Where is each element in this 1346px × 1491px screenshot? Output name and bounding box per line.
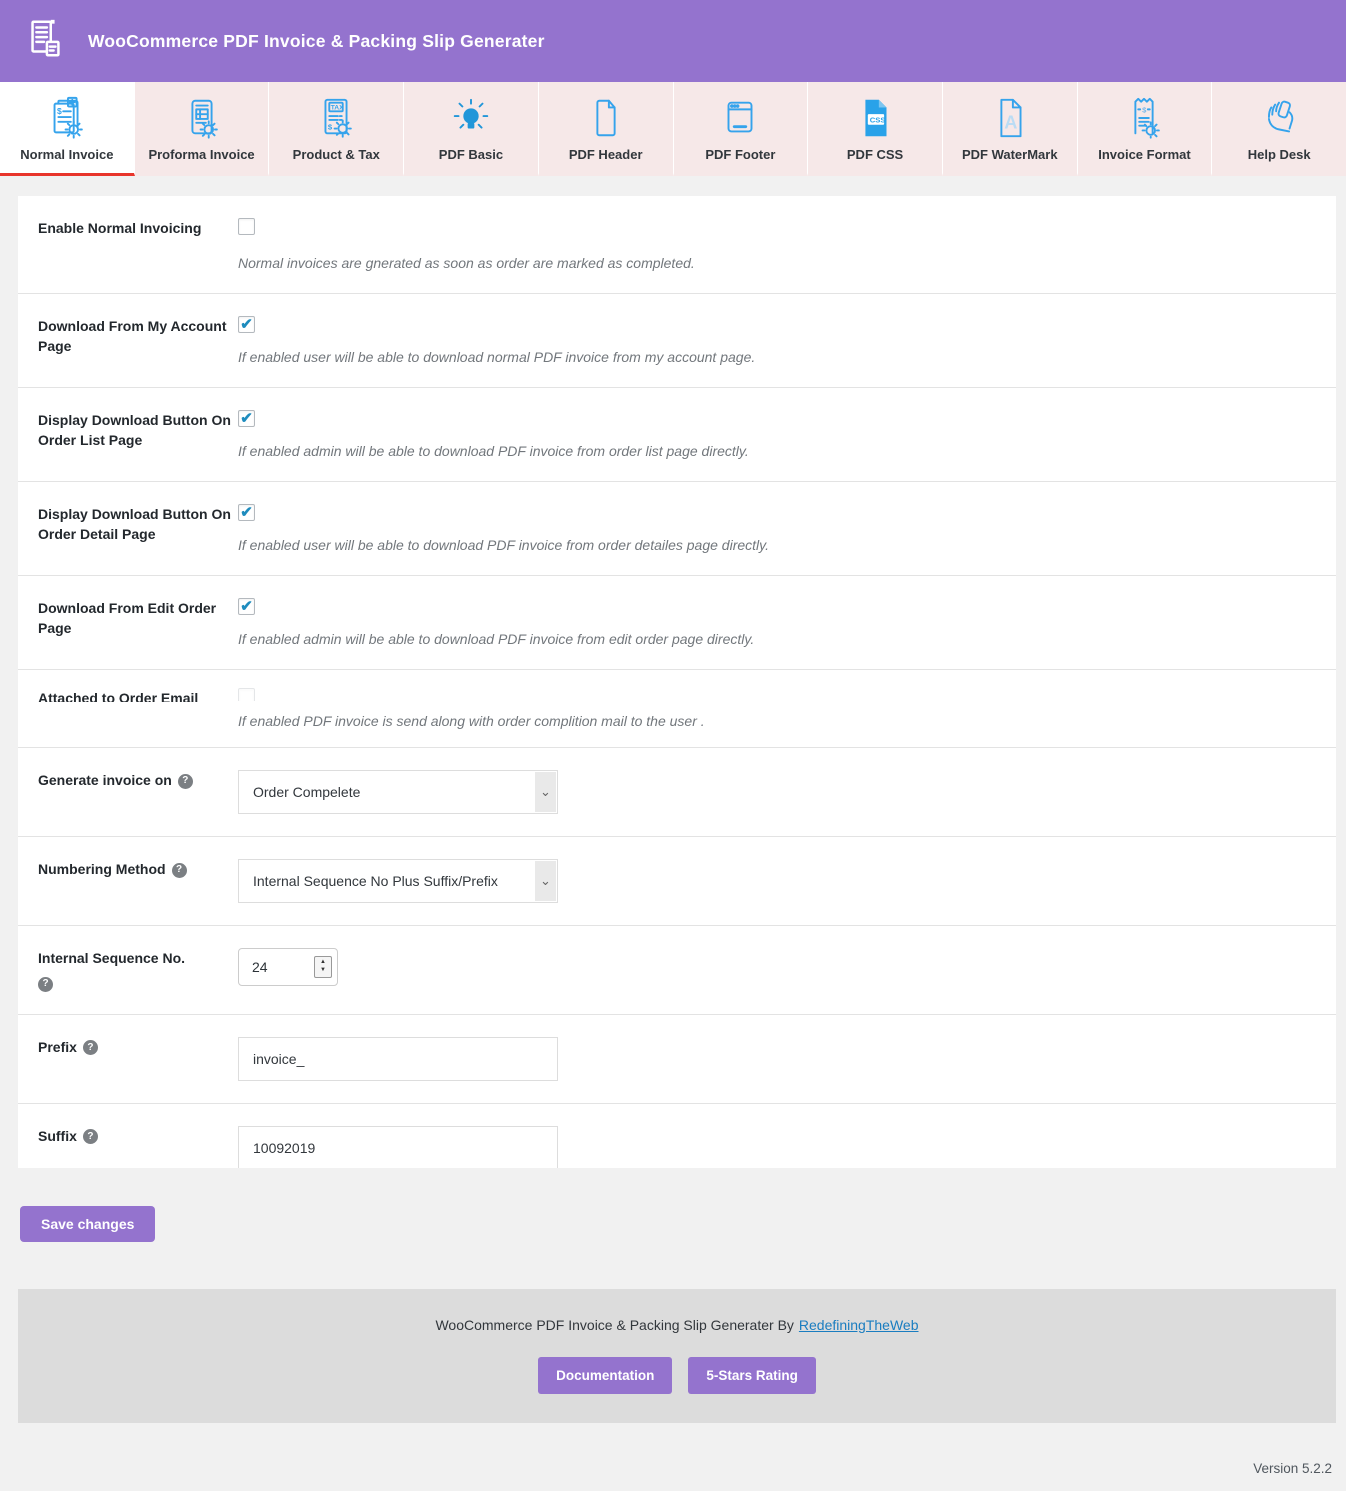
- tab-pdf-css[interactable]: CSS PDF CSS: [808, 82, 943, 176]
- setting-label: Generate invoice on: [38, 772, 172, 788]
- tab-label: Proforma Invoice: [148, 147, 255, 162]
- plugin-header: WooCommerce PDF Invoice & Packing Slip G…: [0, 0, 1346, 82]
- tab-label: PDF Footer: [705, 147, 776, 162]
- help-icon[interactable]: ?: [177, 773, 193, 789]
- setting-row-download-button-order-list: Display Download Button On Order List Pa…: [18, 388, 1336, 482]
- tab-label: Normal Invoice: [20, 147, 114, 162]
- download-my-account-checkbox[interactable]: ✔: [238, 316, 255, 333]
- watermark-page-icon: A: [987, 93, 1033, 143]
- tab-label: Help Desk: [1247, 147, 1311, 162]
- credit-line: WooCommerce PDF Invoice & Packing Slip G…: [435, 1317, 918, 1333]
- stepper-up-icon[interactable]: ▲: [320, 959, 326, 967]
- tab-label: PDF WaterMark: [961, 147, 1058, 162]
- numbering-method-select[interactable]: Internal Sequence No Plus Suffix/Prefix …: [238, 859, 558, 903]
- setting-description: If enabled user will be able to download…: [238, 349, 756, 365]
- setting-row-prefix: Prefix?: [18, 1015, 1336, 1104]
- setting-row-generate-invoice-on: Generate invoice on? Order Compelete ⌄: [18, 748, 1336, 837]
- stepper-down-icon[interactable]: ▼: [320, 967, 326, 975]
- setting-description: If enabled admin will be able to downloa…: [238, 443, 749, 459]
- redefiningtheweb-link[interactable]: RedefiningTheWeb: [799, 1317, 919, 1333]
- normal-invoice-icon: $: [44, 93, 90, 143]
- setting-label: Internal Sequence No.: [38, 950, 186, 966]
- svg-text:CSS: CSS: [870, 115, 886, 124]
- tab-pdf-basic[interactable]: PDF Basic: [404, 82, 539, 176]
- setting-label: Attached to Order Email: [38, 690, 199, 702]
- svg-text:$: $: [328, 123, 333, 132]
- help-icon[interactable]: ?: [82, 1129, 98, 1145]
- enable-normal-invoicing-checkbox[interactable]: [238, 218, 255, 235]
- help-icon[interactable]: ?: [82, 1040, 98, 1056]
- tab-normal-invoice[interactable]: $ Normal Invoice: [0, 82, 135, 176]
- rating-button[interactable]: 5-Stars Rating: [688, 1357, 816, 1395]
- tab-proforma-invoice[interactable]: Proforma Invoice: [134, 82, 270, 176]
- attached-order-email-checkbox[interactable]: [238, 688, 255, 701]
- setting-row-suffix: Suffix?: [18, 1104, 1336, 1168]
- prefix-input[interactable]: [238, 1036, 558, 1081]
- settings-panel: Enable Normal Invoicing Normal invoices …: [18, 196, 1336, 1168]
- setting-row-numbering-method: Numbering Method? Internal Sequence No P…: [18, 837, 1336, 926]
- selected-value: Internal Sequence No Plus Suffix/Prefix: [253, 873, 498, 889]
- proforma-invoice-icon: [179, 93, 225, 143]
- lightbulb-icon: [448, 93, 494, 143]
- setting-row-enable-normal-invoicing: Enable Normal Invoicing Normal invoices …: [18, 196, 1336, 294]
- setting-row-internal-sequence-no: Internal Sequence No. ? ▲ ▼: [18, 926, 1336, 1015]
- setting-row-download-edit-order: Download From Edit Order Page ✔ If enabl…: [18, 576, 1336, 670]
- window-footer-icon: [717, 93, 763, 143]
- product-tax-icon: TAX $: [313, 93, 359, 143]
- download-button-order-list-checkbox[interactable]: ✔: [238, 410, 255, 427]
- tab-pdf-footer[interactable]: PDF Footer: [673, 82, 809, 176]
- tab-invoice-format[interactable]: $ Invoice Format: [1077, 82, 1213, 176]
- tab-label: PDF Basic: [438, 147, 504, 162]
- tab-product-tax[interactable]: TAX $ Product & Tax: [269, 82, 405, 176]
- tab-pdf-watermark[interactable]: A PDF WaterMark: [942, 82, 1078, 176]
- plugin-footer: WooCommerce PDF Invoice & Packing Slip G…: [18, 1288, 1336, 1423]
- svg-text:$: $: [1143, 106, 1148, 115]
- svg-text:TAX: TAX: [331, 104, 344, 111]
- selected-value: Order Compelete: [253, 784, 361, 800]
- number-stepper[interactable]: ▲ ▼: [314, 956, 332, 978]
- suffix-input[interactable]: [238, 1125, 558, 1168]
- save-changes-button[interactable]: Save changes: [20, 1205, 156, 1242]
- svg-text:$: $: [57, 106, 62, 116]
- css-file-icon: CSS: [852, 93, 898, 143]
- setting-label: Enable Normal Invoicing: [38, 220, 202, 236]
- setting-row-download-my-account: Download From My Account Page ✔ If enabl…: [18, 294, 1336, 388]
- setting-row-download-button-order-detail: Display Download Button On Order Detail …: [18, 482, 1336, 576]
- setting-label: Display Download Button On Order Detail …: [38, 506, 231, 542]
- chevron-down-icon: ⌄: [535, 772, 556, 812]
- setting-description: If enabled user will be able to download…: [238, 537, 769, 553]
- tab-label: PDF CSS: [846, 147, 904, 162]
- tab-pdf-header[interactable]: PDF Header: [538, 82, 674, 176]
- tab-help-desk[interactable]: Help Desk: [1212, 82, 1346, 176]
- setting-label: Download From Edit Order Page: [38, 600, 217, 636]
- download-button-order-detail-checkbox[interactable]: ✔: [238, 504, 255, 521]
- help-icon[interactable]: ?: [38, 976, 53, 992]
- help-desk-hand-phone-icon: [1256, 93, 1302, 143]
- setting-label: Display Download Button On Order List Pa…: [38, 412, 231, 448]
- version-label: Version 5.2.2: [1253, 1460, 1332, 1476]
- setting-label: Suffix: [38, 1127, 77, 1144]
- download-edit-order-checkbox[interactable]: ✔: [238, 598, 255, 615]
- setting-description: If enabled admin will be able to downloa…: [238, 631, 755, 647]
- page-header-icon: [583, 93, 629, 143]
- documentation-button[interactable]: Documentation: [538, 1357, 673, 1395]
- tab-label: PDF Header: [568, 147, 643, 162]
- credit-text: WooCommerce PDF Invoice & Packing Slip G…: [435, 1317, 794, 1334]
- help-icon[interactable]: ?: [171, 862, 187, 878]
- page-title: WooCommerce PDF Invoice & Packing Slip G…: [88, 30, 545, 51]
- generate-invoice-on-select[interactable]: Order Compelete ⌄: [238, 770, 558, 814]
- invoice-format-icon: $: [1121, 93, 1167, 143]
- settings-tab-bar: $ Normal Invoice Proforma Invoice TAX $ …: [0, 82, 1346, 176]
- tab-label: Invoice Format: [1098, 147, 1191, 162]
- setting-label: Numbering Method: [38, 861, 166, 877]
- setting-label: Prefix: [38, 1038, 77, 1055]
- svg-text:A: A: [1004, 113, 1017, 133]
- plugin-logo-invoice-icon: [22, 16, 68, 67]
- tab-label: Product & Tax: [292, 147, 380, 162]
- setting-row-attached-order-email: Attached to Order Email If enabled PDF i…: [18, 670, 1336, 748]
- setting-description: Normal invoices are gnerated as soon as …: [238, 255, 695, 271]
- chevron-down-icon: ⌄: [535, 861, 556, 901]
- setting-label: Download From My Account Page: [38, 318, 227, 354]
- setting-description: If enabled PDF invoice is send along wit…: [238, 713, 705, 729]
